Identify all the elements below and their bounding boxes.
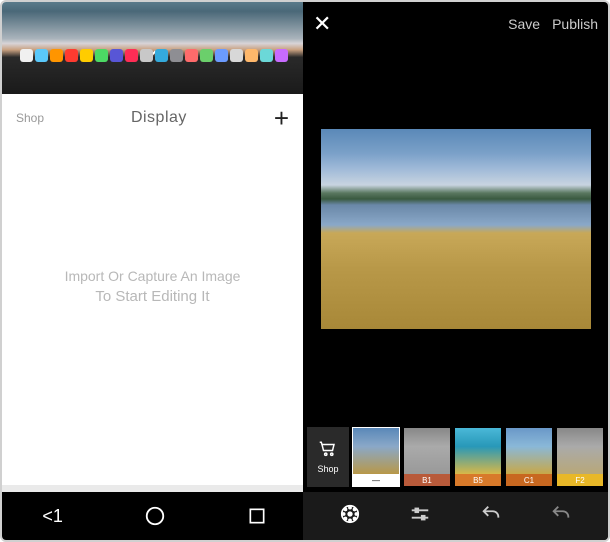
right-editor-panel: ✕ Save Publish Shop — B1 B5 C1 F2: [303, 2, 608, 540]
dock-icon: [35, 49, 48, 62]
top-row: Shop Display +: [2, 94, 303, 138]
nav-recent-button[interactable]: [247, 506, 267, 526]
dock-icon: [185, 49, 198, 62]
filter-preview: [557, 428, 603, 474]
dock-icon: [65, 49, 78, 62]
dock-icon: [125, 49, 138, 62]
filter-row: Shop — B1 B5 C1 F2: [303, 422, 608, 492]
filter-thumb[interactable]: B5: [454, 427, 502, 487]
shop-link[interactable]: Shop: [16, 111, 44, 125]
publish-button[interactable]: Publish: [552, 16, 598, 32]
android-nav-left: <1: [2, 492, 307, 540]
filter-thumb[interactable]: B1: [403, 427, 451, 487]
nav-back-button[interactable]: <1: [42, 506, 63, 527]
filter-label: —: [353, 474, 399, 486]
empty-state: Import Or Capture An Image To Start Edit…: [2, 138, 303, 485]
add-button[interactable]: +: [274, 103, 289, 134]
dock-icon: [140, 49, 153, 62]
dock-icon: [80, 49, 93, 62]
photo-preview[interactable]: [321, 129, 591, 329]
left-app-panel: ⌄ Shop Display + Import Or Capture An Im…: [2, 2, 303, 540]
dock-icon: [170, 49, 183, 62]
filter-label: F2: [557, 474, 603, 486]
filter-label: C1: [506, 474, 552, 486]
undo-icon[interactable]: [480, 503, 502, 530]
filter-preview: [404, 428, 450, 474]
filter-preview: [353, 428, 399, 474]
nav-home-button[interactable]: [144, 505, 166, 527]
editor-header: ✕ Save Publish: [303, 2, 608, 46]
adjust-icon[interactable]: [409, 503, 431, 530]
save-button[interactable]: Save: [508, 16, 540, 32]
close-icon[interactable]: ✕: [313, 11, 331, 37]
filter-shop-button[interactable]: Shop: [307, 427, 349, 487]
dock-icon: [230, 49, 243, 62]
redo-icon[interactable]: [550, 503, 572, 530]
shop-label: Shop: [317, 464, 338, 474]
filter-label: B5: [455, 474, 501, 486]
dock-icon: [95, 49, 108, 62]
dock-icon: [200, 49, 213, 62]
filter-thumb[interactable]: F2: [556, 427, 604, 487]
header-image: ⌄: [2, 2, 303, 94]
filter-label: B1: [404, 474, 450, 486]
filter-preview: [455, 428, 501, 474]
empty-line1: Import Or Capture An Image: [65, 268, 241, 284]
dock-icon: [155, 49, 168, 62]
display-title[interactable]: Display: [131, 109, 187, 127]
dock-icon: [110, 49, 123, 62]
filter-thumb[interactable]: C1: [505, 427, 553, 487]
cart-icon: [318, 440, 338, 460]
dock-icon: [215, 49, 228, 62]
dock-icon: [275, 49, 288, 62]
dock-icon: [245, 49, 258, 62]
presets-icon[interactable]: [339, 503, 361, 530]
edit-toolbar: [303, 492, 608, 540]
photo-preview-area: [303, 46, 608, 422]
filter-preview: [506, 428, 552, 474]
dock-row: [20, 49, 288, 62]
empty-line2: To Start Editing It: [95, 288, 209, 305]
filter-thumb[interactable]: —: [352, 427, 400, 487]
dock-icon: [260, 49, 273, 62]
dock-icon: [20, 49, 33, 62]
dock-icon: [50, 49, 63, 62]
